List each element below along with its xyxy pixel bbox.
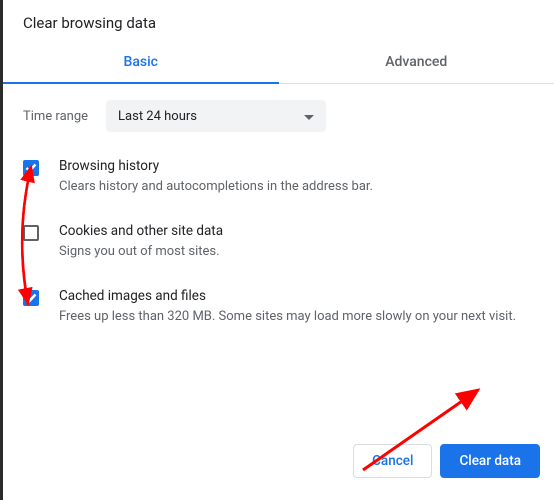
option-title: Browsing history <box>59 158 373 174</box>
dialog-title: Clear browsing data <box>3 14 554 42</box>
tab-bar: Basic Advanced <box>3 42 554 84</box>
option-cache: Cached images and files Frees up less th… <box>23 288 534 327</box>
time-range-row: Time range Last 24 hours <box>23 100 534 132</box>
tab-label: Basic <box>124 54 158 70</box>
tab-advanced[interactable]: Advanced <box>279 42 554 83</box>
checkbox-cookies[interactable] <box>23 225 39 241</box>
time-range-label: Time range <box>23 109 88 124</box>
option-text: Cached images and files Frees up less th… <box>59 288 516 327</box>
option-desc: Frees up less than 320 MB. Some sites ma… <box>59 308 516 327</box>
button-label: Cancel <box>372 453 413 469</box>
option-cookies: Cookies and other site data Signs you ou… <box>23 223 534 262</box>
clear-data-button[interactable]: Clear data <box>440 444 540 478</box>
tab-label: Advanced <box>385 54 447 70</box>
option-text: Cookies and other site data Signs you ou… <box>59 223 223 262</box>
tab-basic[interactable]: Basic <box>3 42 279 83</box>
dialog-footer: Cancel Clear data <box>3 422 554 500</box>
checkbox-browsing-history[interactable] <box>23 160 39 176</box>
option-title: Cached images and files <box>59 288 516 304</box>
clear-browsing-data-dialog: Clear browsing data Basic Advanced Time … <box>3 0 554 500</box>
time-range-select[interactable]: Last 24 hours <box>106 100 326 132</box>
option-desc: Signs you out of most sites. <box>59 243 223 262</box>
dropdown-icon <box>304 109 314 124</box>
dialog-body: Time range Last 24 hours Browsing histor… <box>3 84 554 327</box>
option-text: Browsing history Clears history and auto… <box>59 158 373 197</box>
option-desc: Clears history and autocompletions in th… <box>59 178 373 197</box>
time-range-value: Last 24 hours <box>118 109 197 124</box>
button-label: Clear data <box>459 453 521 469</box>
checkbox-cache[interactable] <box>23 290 39 306</box>
cancel-button[interactable]: Cancel <box>353 444 432 478</box>
option-browsing-history: Browsing history Clears history and auto… <box>23 158 534 197</box>
option-title: Cookies and other site data <box>59 223 223 239</box>
